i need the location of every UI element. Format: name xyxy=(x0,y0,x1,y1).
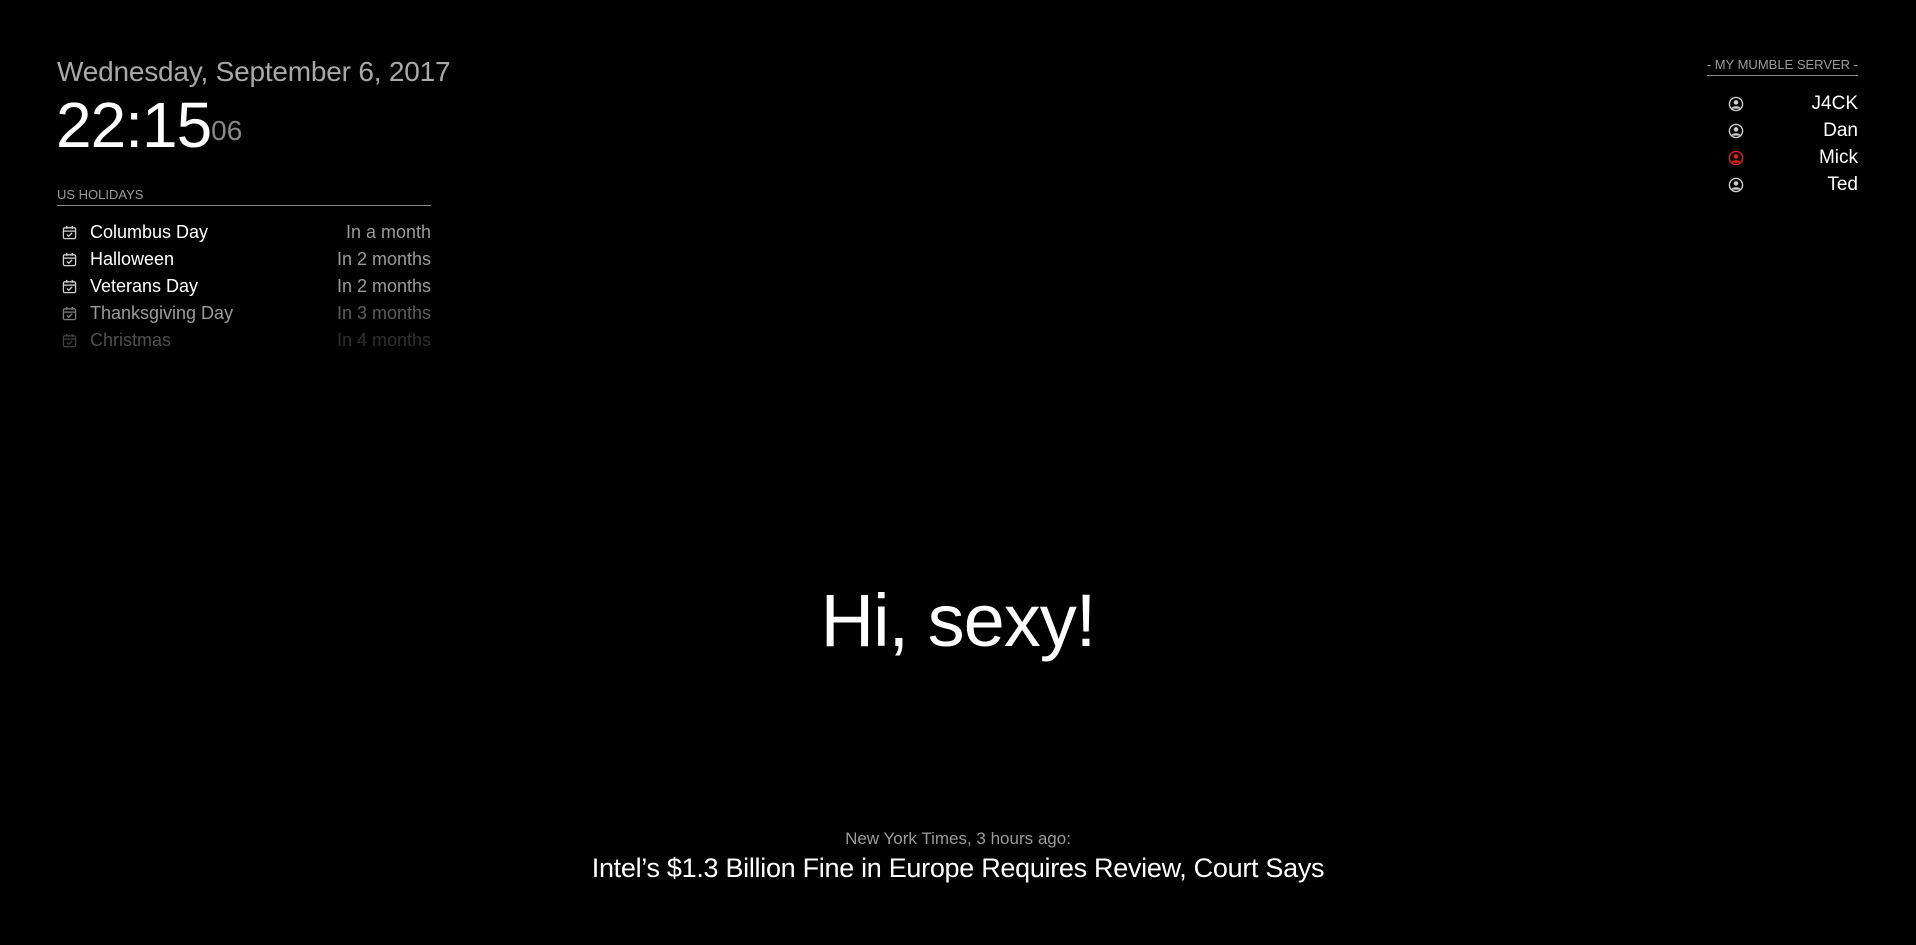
news-headline: Intel’s $1.3 Billion Fine in Europe Requ… xyxy=(591,853,1325,883)
mumble-user: Ted xyxy=(1728,171,1858,198)
calendar-event-title: Columbus Day xyxy=(90,222,209,242)
user-circle-icon xyxy=(1728,96,1748,112)
calendar-event-list: Columbus Day In a month Halloween In 2 m… xyxy=(57,219,431,354)
calendar-event-time: In 2 months xyxy=(336,276,431,296)
news-source: New York Times, 3 hours ago: xyxy=(845,829,1071,848)
calendar-check-icon xyxy=(57,279,81,294)
clock-time: 22:1506 xyxy=(56,92,242,158)
calendar-event: Veterans Day In 2 months xyxy=(57,273,431,300)
clock-seconds: 06 xyxy=(211,115,243,146)
mumble-user: Dan xyxy=(1728,117,1858,144)
calendar-event-time: In 4 months xyxy=(336,330,431,350)
calendar-event-time: In 2 months xyxy=(336,249,431,269)
calendar-event: Columbus Day In a month xyxy=(57,219,431,246)
user-circle-icon xyxy=(1728,150,1748,166)
mumble-header: - MY MUMBLE SERVER - xyxy=(1706,57,1858,76)
mumble-user-name: Dan xyxy=(1823,119,1858,141)
clock-hours-minutes: 22:15 xyxy=(56,89,212,161)
calendar-event-time: In 3 months xyxy=(336,303,431,323)
calendar-event-title: Halloween xyxy=(90,249,175,269)
mumble-user-name: J4CK xyxy=(1811,92,1858,114)
calendar-check-icon xyxy=(57,252,81,267)
calendar-event-title: Christmas xyxy=(90,330,172,350)
calendar-event-title: Thanksgiving Day xyxy=(90,303,234,323)
mumble-user-name: Mick xyxy=(1818,146,1858,168)
mumble-user: J4CK xyxy=(1728,90,1858,117)
calendar-check-icon xyxy=(57,306,81,321)
mumble-user-list: J4CK Dan Mick Ted xyxy=(1728,90,1858,198)
calendar-header: US HOLIDAYS xyxy=(57,187,431,206)
compliment-text: Hi, sexy! xyxy=(820,579,1097,662)
user-circle-icon xyxy=(1728,123,1748,139)
calendar-event: Christmas In 4 months xyxy=(57,327,431,354)
calendar-event: Thanksgiving Day In 3 months xyxy=(57,300,431,327)
calendar-check-icon xyxy=(57,225,81,240)
user-circle-icon xyxy=(1728,177,1748,193)
calendar-event: Halloween In 2 months xyxy=(57,246,431,273)
calendar-event-title: Veterans Day xyxy=(90,276,199,296)
clock-date: Wednesday, September 6, 2017 xyxy=(57,56,451,87)
calendar-check-icon xyxy=(57,333,81,348)
calendar-event-time: In a month xyxy=(345,222,431,242)
mumble-user: Mick xyxy=(1728,144,1858,171)
mumble-user-name: Ted xyxy=(1827,173,1858,195)
